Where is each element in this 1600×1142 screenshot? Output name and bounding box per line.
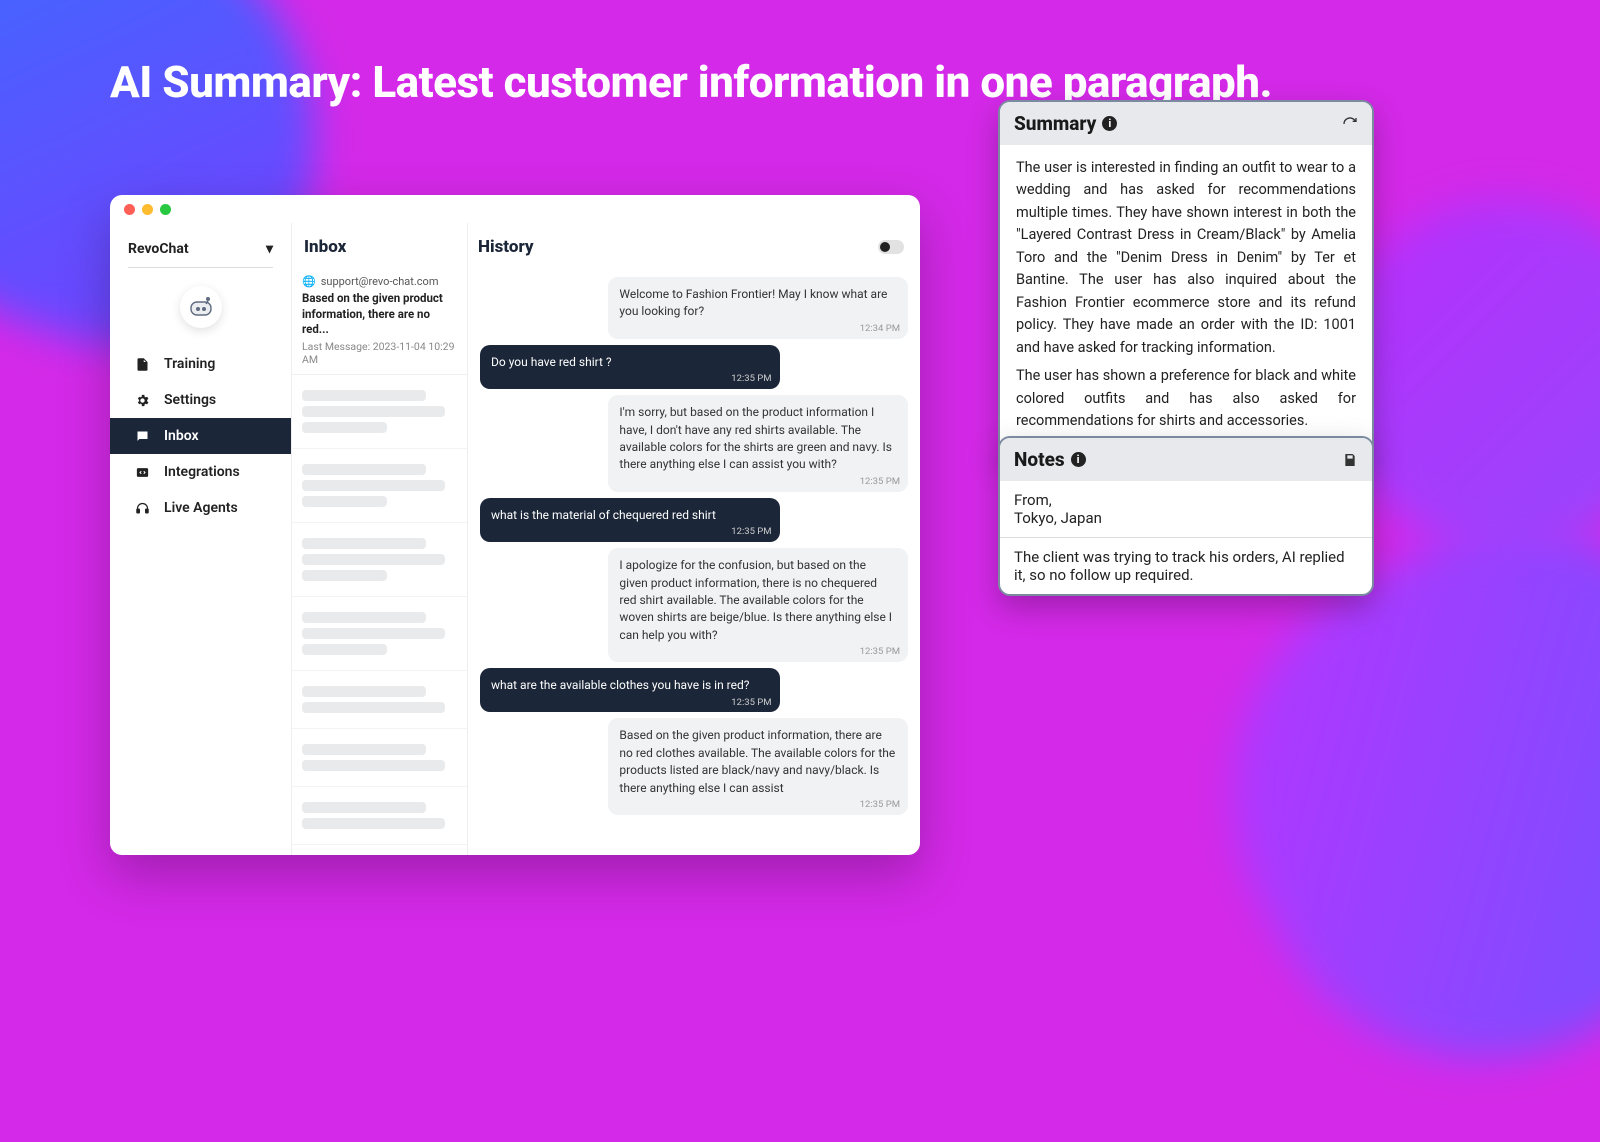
message-timestamp: 12:35 PM (860, 798, 900, 812)
sidebar-item-training[interactable]: Training (110, 346, 291, 382)
info-icon[interactable]: i (1102, 116, 1117, 131)
user-message: what are the available clothes you have … (480, 668, 780, 712)
message-timestamp: 12:35 PM (860, 645, 900, 659)
maximize-icon[interactable] (160, 204, 171, 215)
headset-icon (134, 501, 150, 516)
notes-body-text: The client was trying to track his order… (1014, 548, 1358, 584)
message-timestamp: 12:35 PM (860, 475, 900, 489)
history-column: History Welcome to Fashion Frontier! May… (468, 223, 920, 855)
info-icon[interactable]: i (1071, 452, 1086, 467)
message-timestamp: 12:35 PM (731, 696, 771, 710)
sidebar-item-settings[interactable]: Settings (110, 382, 291, 418)
sidebar-item-inbox[interactable]: Inbox (110, 418, 291, 454)
sidebar-item-live-agents[interactable]: Live Agents (110, 490, 291, 526)
sidebar-item-integrations[interactable]: Integrations (110, 454, 291, 490)
notes-body[interactable]: The client was trying to track his order… (1000, 538, 1372, 594)
bot-message: Based on the given product information, … (608, 718, 908, 815)
message-timestamp: 12:35 PM (731, 372, 771, 386)
summary-paragraph: The user has shown a preference for blac… (1016, 365, 1356, 432)
message-timestamp: 12:34 PM (860, 322, 900, 336)
inbox-item-placeholder[interactable] (292, 375, 467, 449)
inbox-meta: Last Message: 2023-11-04 10:29 AM (302, 340, 457, 366)
toggle-switch[interactable] (878, 240, 904, 254)
bot-message: I'm sorry, but based on the product info… (608, 395, 908, 492)
notes-from-value: Tokyo, Japan (1014, 509, 1358, 527)
document-icon (134, 357, 150, 372)
save-icon[interactable] (1342, 452, 1358, 468)
user-message: what is the material of chequered red sh… (480, 498, 780, 542)
sidebar-item-label: Inbox (164, 428, 199, 444)
notes-panel: Notes i From, Tokyo, Japan The client wa… (998, 436, 1374, 596)
sidebar-item-label: Integrations (164, 464, 240, 480)
inbox-item-placeholder[interactable] (292, 449, 467, 523)
globe-icon: 🌐 (302, 275, 316, 288)
gear-icon (134, 393, 150, 408)
chevron-down-icon: ▾ (266, 241, 273, 257)
notes-from-label: From, (1014, 491, 1358, 509)
chat-icon (134, 429, 150, 444)
inbox-item-placeholder[interactable] (292, 523, 467, 597)
bot-message: I apologize for the confusion, but based… (608, 548, 908, 662)
notes-from: From, Tokyo, Japan (1000, 481, 1372, 538)
inbox-item-placeholder[interactable] (292, 597, 467, 671)
workspace-name: RevoChat (128, 241, 189, 257)
window-titlebar (110, 195, 920, 223)
summary-paragraph: The user is interested in finding an out… (1016, 157, 1356, 359)
robot-icon (188, 296, 214, 318)
bot-avatar (110, 276, 291, 346)
inbox-from: support@revo-chat.com (321, 275, 439, 288)
user-message: Do you have red shirt ?12:35 PM (480, 345, 780, 389)
chat-log: Welcome to Fashion Frontier! May I know … (468, 267, 920, 855)
inbox-item[interactable]: 🌐 support@revo-chat.com Based on the giv… (292, 267, 467, 375)
workspace-select[interactable]: RevoChat ▾ (128, 241, 273, 268)
minimize-icon[interactable] (142, 204, 153, 215)
history-title: History (478, 237, 534, 257)
inbox-item-placeholder[interactable] (292, 787, 467, 845)
message-timestamp: 12:35 PM (731, 525, 771, 539)
summary-panel: Summary i The user is interested in find… (998, 100, 1374, 457)
app-window: RevoChat ▾ Training (110, 195, 920, 855)
refresh-icon[interactable] (1342, 116, 1358, 132)
sidebar-item-label: Live Agents (164, 500, 238, 516)
inbox-item-placeholder[interactable] (292, 671, 467, 729)
code-icon (134, 465, 150, 480)
close-icon[interactable] (124, 204, 135, 215)
sidebar-item-label: Settings (164, 392, 216, 408)
inbox-item-placeholder[interactable] (292, 729, 467, 787)
sidebar: RevoChat ▾ Training (110, 223, 292, 855)
inbox-column: Inbox 🌐 support@revo-chat.com Based on t… (292, 223, 468, 855)
notes-title: Notes (1014, 448, 1065, 471)
inbox-excerpt: Based on the given product information, … (302, 291, 457, 338)
sidebar-item-label: Training (164, 356, 215, 372)
bot-message: Welcome to Fashion Frontier! May I know … (608, 277, 908, 339)
inbox-title: Inbox (292, 223, 467, 267)
summary-title: Summary (1014, 112, 1096, 135)
